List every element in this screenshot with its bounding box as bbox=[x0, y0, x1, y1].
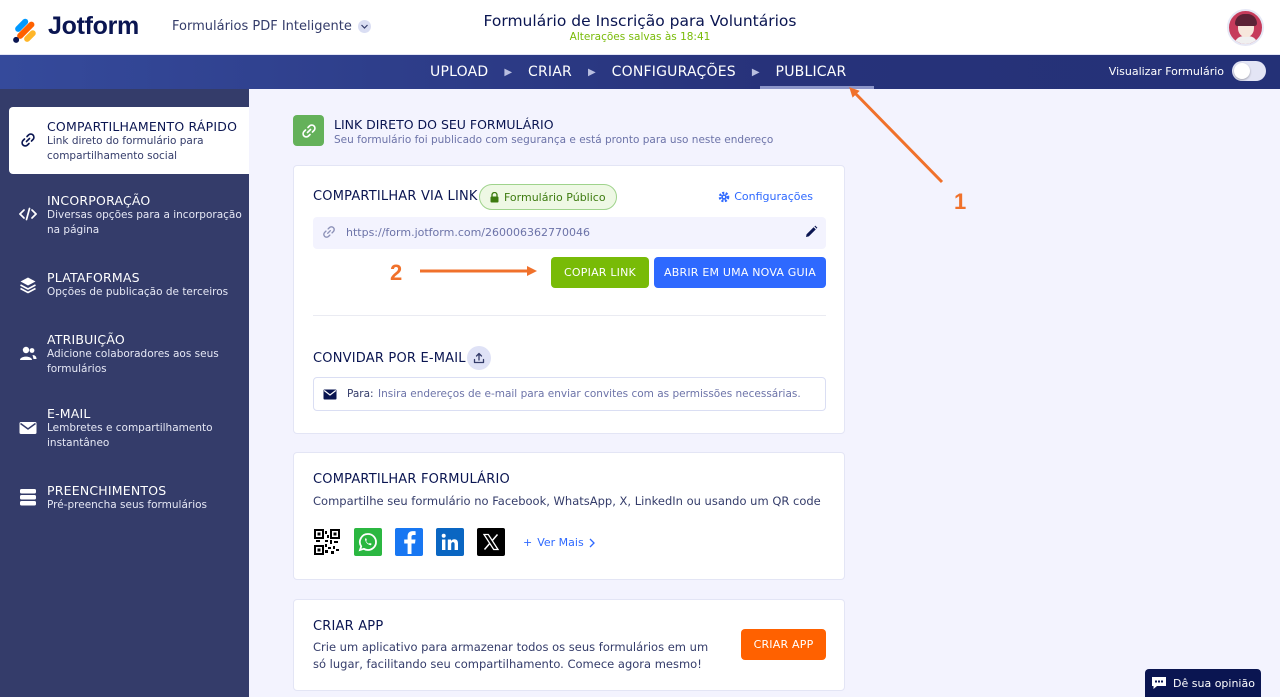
feedback-label: Dê sua opinião bbox=[1173, 676, 1255, 690]
annotation-arrow-1 bbox=[849, 87, 944, 184]
annotation-number-2: 2 bbox=[390, 260, 403, 285]
chat-bubble-icon bbox=[1152, 677, 1167, 689]
feedback-button[interactable]: Dê sua opinião bbox=[1145, 669, 1261, 697]
annotation-number-1: 1 bbox=[954, 189, 967, 214]
annotation-arrows bbox=[420, 87, 944, 276]
